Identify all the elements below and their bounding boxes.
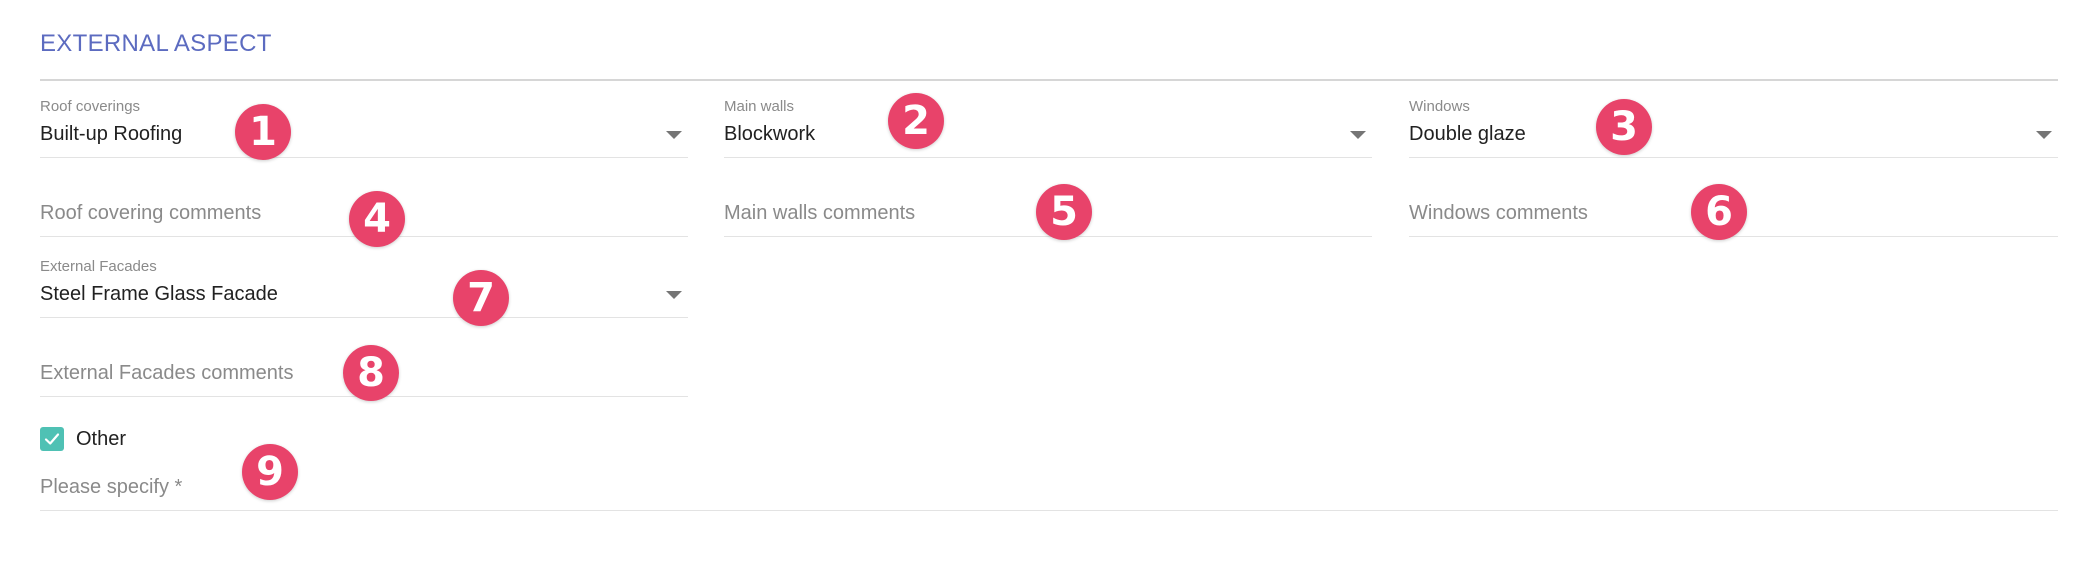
windows-value: Double glaze <box>1409 123 1526 145</box>
main-walls-comments-placeholder: Main walls comments <box>724 202 916 224</box>
please-specify-placeholder: Please specify * <box>40 476 183 498</box>
roof-coverings-label: Roof coverings <box>40 98 141 115</box>
other-checkbox-label: Other <box>76 427 127 450</box>
annotation-badge-2: 2 <box>888 93 944 149</box>
field-underline <box>1409 236 2058 237</box>
field-underline <box>40 157 688 158</box>
main-walls-label: Main walls <box>724 98 795 115</box>
annotation-badge-3: 3 <box>1596 99 1652 155</box>
main-walls-select[interactable]: Main walls Blockwork <box>724 98 1372 158</box>
annotation-badge-5: 5 <box>1036 184 1092 240</box>
roof-coverings-select[interactable]: Roof coverings Built-up Roofing <box>40 98 688 158</box>
annotation-badge-4: 4 <box>349 191 405 247</box>
field-underline <box>1409 157 2058 158</box>
roof-coverings-value: Built-up Roofing <box>40 123 183 145</box>
main-walls-value: Blockwork <box>724 123 816 145</box>
field-underline <box>724 236 1372 237</box>
external-facades-comments-placeholder: External Facades comments <box>40 362 294 384</box>
section-divider <box>40 79 2058 81</box>
roof-covering-comments-placeholder: Roof covering comments <box>40 202 262 224</box>
field-underline <box>40 317 688 318</box>
caret-down-icon[interactable] <box>666 291 682 299</box>
windows-select[interactable]: Windows Double glaze <box>1409 98 2058 158</box>
annotation-badge-6: 6 <box>1691 184 1747 240</box>
external-facades-label: External Facades <box>40 258 157 275</box>
field-underline <box>40 510 2058 511</box>
other-checkbox[interactable] <box>40 427 64 451</box>
external-facades-select[interactable]: External Facades Steel Frame Glass Facad… <box>40 258 688 318</box>
annotation-badge-9: 9 <box>242 444 298 500</box>
please-specify-input[interactable]: Please specify * <box>40 451 2058 511</box>
caret-down-icon[interactable] <box>1350 131 1366 139</box>
external-facades-value: Steel Frame Glass Facade <box>40 283 278 305</box>
windows-comments-placeholder: Windows comments <box>1409 202 1588 224</box>
caret-down-icon[interactable] <box>666 131 682 139</box>
windows-label: Windows <box>1409 98 1470 115</box>
field-underline <box>724 157 1372 158</box>
annotation-badge-7: 7 <box>453 270 509 326</box>
check-icon <box>44 433 60 445</box>
annotation-badge-1: 1 <box>235 104 291 160</box>
section-title: EXTERNAL ASPECT <box>40 30 272 57</box>
caret-down-icon[interactable] <box>2036 131 2052 139</box>
annotation-badge-8: 8 <box>343 345 399 401</box>
other-checkbox-row[interactable]: Other <box>40 426 126 452</box>
